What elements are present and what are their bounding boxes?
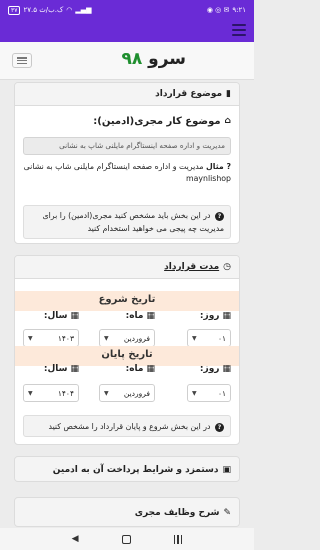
brand-logo[interactable]: سرو ۹۸ [121, 49, 186, 69]
status-left: ۳۷ ۲۷.۵ ک.ب/ث ◠ ▂▄▆ [8, 5, 92, 15]
chevron-down-icon: ▼ [104, 334, 109, 342]
signal-icon: ▂▄▆ [75, 6, 92, 14]
chevron-down-icon: ▼ [28, 389, 33, 397]
back-icon[interactable]: ◀ [72, 534, 79, 544]
calendar-icon: ▦ [70, 310, 79, 321]
menu-icon[interactable] [232, 24, 246, 36]
example-prefix: مثال [206, 162, 224, 171]
subject-example: ? مثال مدیریت و اداره صفحه اینستاگرام ما… [23, 162, 231, 183]
brand-name: سرو [148, 49, 186, 69]
subject-card: ▮ موضوع قرارداد ⌂ موضوع کار مجری(ادمین):… [14, 82, 240, 244]
notification-icons: ◉ ◎ ✉ [206, 6, 230, 14]
clock-icon: ◷ [223, 261, 231, 272]
start-day-select[interactable]: ۰۱ ▼ [187, 329, 231, 347]
start-month-select[interactable]: فروردین ▼ [99, 329, 155, 347]
hamburger-menu-button[interactable] [12, 53, 32, 68]
calendar-icon: ▦ [146, 363, 155, 374]
calendar-icon: ▦ [146, 310, 155, 321]
start-day-label: ▦ روز: [199, 310, 231, 321]
subject-card-header: ▮ موضوع قرارداد [15, 83, 239, 106]
question-icon: ? [215, 422, 224, 432]
payment-card[interactable]: ▣ دستمزد و شرایط پرداخت آن به ادمین [14, 456, 240, 482]
book-icon: ▮ [226, 88, 231, 99]
brand-number: ۹۸ [121, 49, 143, 69]
home-icon: ⌂ [224, 116, 231, 126]
start-year-select[interactable]: ۱۴۰۳ ▼ [23, 329, 79, 347]
network-speed: ۲۷.۵ ک.ب/ث [23, 6, 64, 14]
square-icon[interactable] [121, 534, 131, 544]
status-right: ◉ ◎ ✉ ۹:۲۱ [207, 6, 246, 14]
chevron-down-icon: ▼ [28, 334, 33, 342]
subject-input[interactable]: مدیریت و اداره صفحه اینستاگرام مایلنی شا… [23, 137, 231, 155]
battery-icon: ۳۷ [8, 5, 21, 15]
end-month-label: ▦ ماه: [125, 363, 155, 374]
system-nav-bar: ◀ [0, 528, 254, 550]
duration-hint: ? در این بخش شروع و پایان قرارداد را مشخ… [23, 415, 231, 437]
example-text: مدیریت و اداره صفحه اینستاگرام مایلنی شا… [23, 162, 231, 183]
money-icon: ▣ [222, 464, 231, 475]
duration-card-title: مدت قرارداد [164, 262, 220, 272]
end-year-label: ▦ سال: [43, 363, 79, 374]
subject-card-title: موضوع قرارداد [155, 89, 223, 99]
calendar-icon: ▦ [70, 363, 79, 374]
duration-card-header: ◷ مدت قرارداد [15, 256, 239, 279]
recent-apps-icon[interactable] [173, 534, 183, 544]
end-year-select[interactable]: ۱۴۰۴ ▼ [23, 384, 79, 402]
chevron-down-icon: ▼ [104, 389, 109, 397]
duties-card-header[interactable]: ✎ شرح وظایف مجری [15, 498, 239, 526]
top-strip [0, 20, 254, 42]
end-day-label: ▦ روز: [199, 363, 231, 374]
chevron-down-icon: ▼ [192, 389, 197, 397]
status-bar: ۳۷ ۲۷.۵ ک.ب/ث ◠ ▂▄▆ ◉ ◎ ✉ ۹:۲۱ [0, 0, 254, 20]
subject-hint: ? در این بخش باید مشخص کنید مجری(ادمین) … [23, 205, 231, 239]
duties-card[interactable]: ✎ شرح وظایف مجری [14, 497, 240, 527]
wifi-icon: ◠ [66, 6, 73, 14]
start-year-label: ▦ سال: [43, 310, 79, 321]
start-date-label: تاریخ شروع [98, 294, 156, 305]
end-date-label: تاریخ پایان [101, 349, 153, 360]
duration-card: ◷ مدت قرارداد تاریخ شروع ▦ روز: ▦ ماه: ▦… [14, 255, 240, 445]
question-icon: ? [215, 211, 224, 221]
end-day-select[interactable]: ۰۱ ▼ [187, 384, 231, 402]
wrench-icon: ✎ [223, 507, 231, 518]
payment-card-header[interactable]: ▣ دستمزد و شرایط پرداخت آن به ادمین [15, 457, 239, 481]
start-month-label: ▦ ماه: [125, 310, 155, 321]
end-month-select[interactable]: فروردین ▼ [99, 384, 155, 402]
chevron-down-icon: ▼ [192, 334, 197, 342]
calendar-icon: ▦ [222, 310, 231, 321]
navbar: سرو ۹۸ [0, 42, 254, 80]
clock-time: ۹:۲۱ [232, 6, 246, 14]
subject-title: ⌂ موضوع کار مجری(ادمین): [93, 116, 231, 127]
calendar-icon: ▦ [222, 363, 231, 374]
